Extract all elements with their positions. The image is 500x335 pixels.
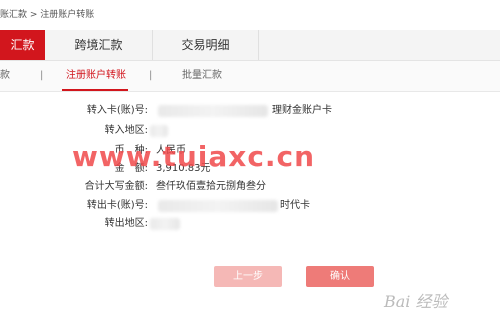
form-row-from-region: 转出地区: — [0, 215, 500, 233]
breadcrumb: 账汇款 > 注册账户转账 — [0, 0, 500, 30]
tab-cross-border-label: 跨境汇款 — [74, 38, 123, 52]
redacted-to-card-number — [158, 105, 268, 117]
breadcrumb-text: 账汇款 > 注册账户转账 — [0, 10, 95, 20]
tab-transaction-details-label: 交易明细 — [181, 38, 230, 52]
tab-remittance[interactable]: 汇款 — [0, 30, 45, 60]
previous-step-button[interactable]: 上一步 — [214, 266, 282, 287]
amount-in-words-value: 叁仟玖佰壹拾元捌角叁分 — [156, 181, 266, 192]
subnav-separator: | — [149, 70, 153, 81]
active-subnav-underline — [62, 89, 128, 91]
sub-navigation: 款 | 注册账户转账 | 批量汇款 — [0, 61, 500, 92]
from-card-label: 转出卡(账)号: — [86, 200, 148, 211]
main-tab-bar: 汇款 跨境汇款 交易明细 — [0, 30, 500, 61]
to-card-label: 转入卡(账)号: — [86, 105, 148, 116]
from-card-type: 时代卡 — [280, 200, 310, 211]
subnav-item-batch-remittance[interactable]: 批量汇款 — [182, 61, 222, 91]
to-region-label: 转入地区: — [104, 125, 148, 136]
redacted-to-region — [150, 125, 168, 137]
tab-transaction-details[interactable]: 交易明细 — [153, 30, 259, 60]
tab-cross-border-remittance[interactable]: 跨境汇款 — [45, 30, 153, 60]
tab-remittance-label: 汇款 — [10, 38, 35, 52]
redacted-from-card-number — [158, 200, 278, 212]
confirm-button[interactable]: 确认 — [306, 266, 374, 287]
to-card-type: 理财金账户卡 — [272, 105, 332, 116]
subnav-item-registered-transfer[interactable]: 注册账户转账 — [66, 61, 126, 91]
form-row-to-card: 转入卡(账)号: 理财金账户卡 — [0, 102, 500, 120]
baidu-jingyan-watermark: Bai 经验 — [384, 292, 448, 311]
site-watermark: www.tuiaxc.cn — [72, 140, 316, 173]
form-row-to-region: 转入地区: — [0, 122, 500, 140]
redacted-from-region — [150, 218, 180, 230]
subnav-item-remittance[interactable]: 款 — [0, 61, 10, 91]
from-region-label: 转出地区: — [104, 218, 148, 229]
form-row-amount-in-words: 合计大写金额: 叁仟玖佰壹拾元捌角叁分 — [0, 178, 500, 196]
subnav-separator: | — [40, 70, 44, 81]
amount-in-words-label: 合计大写金额: — [84, 181, 148, 192]
form-row-from-card: 转出卡(账)号: 时代卡 — [0, 197, 500, 215]
